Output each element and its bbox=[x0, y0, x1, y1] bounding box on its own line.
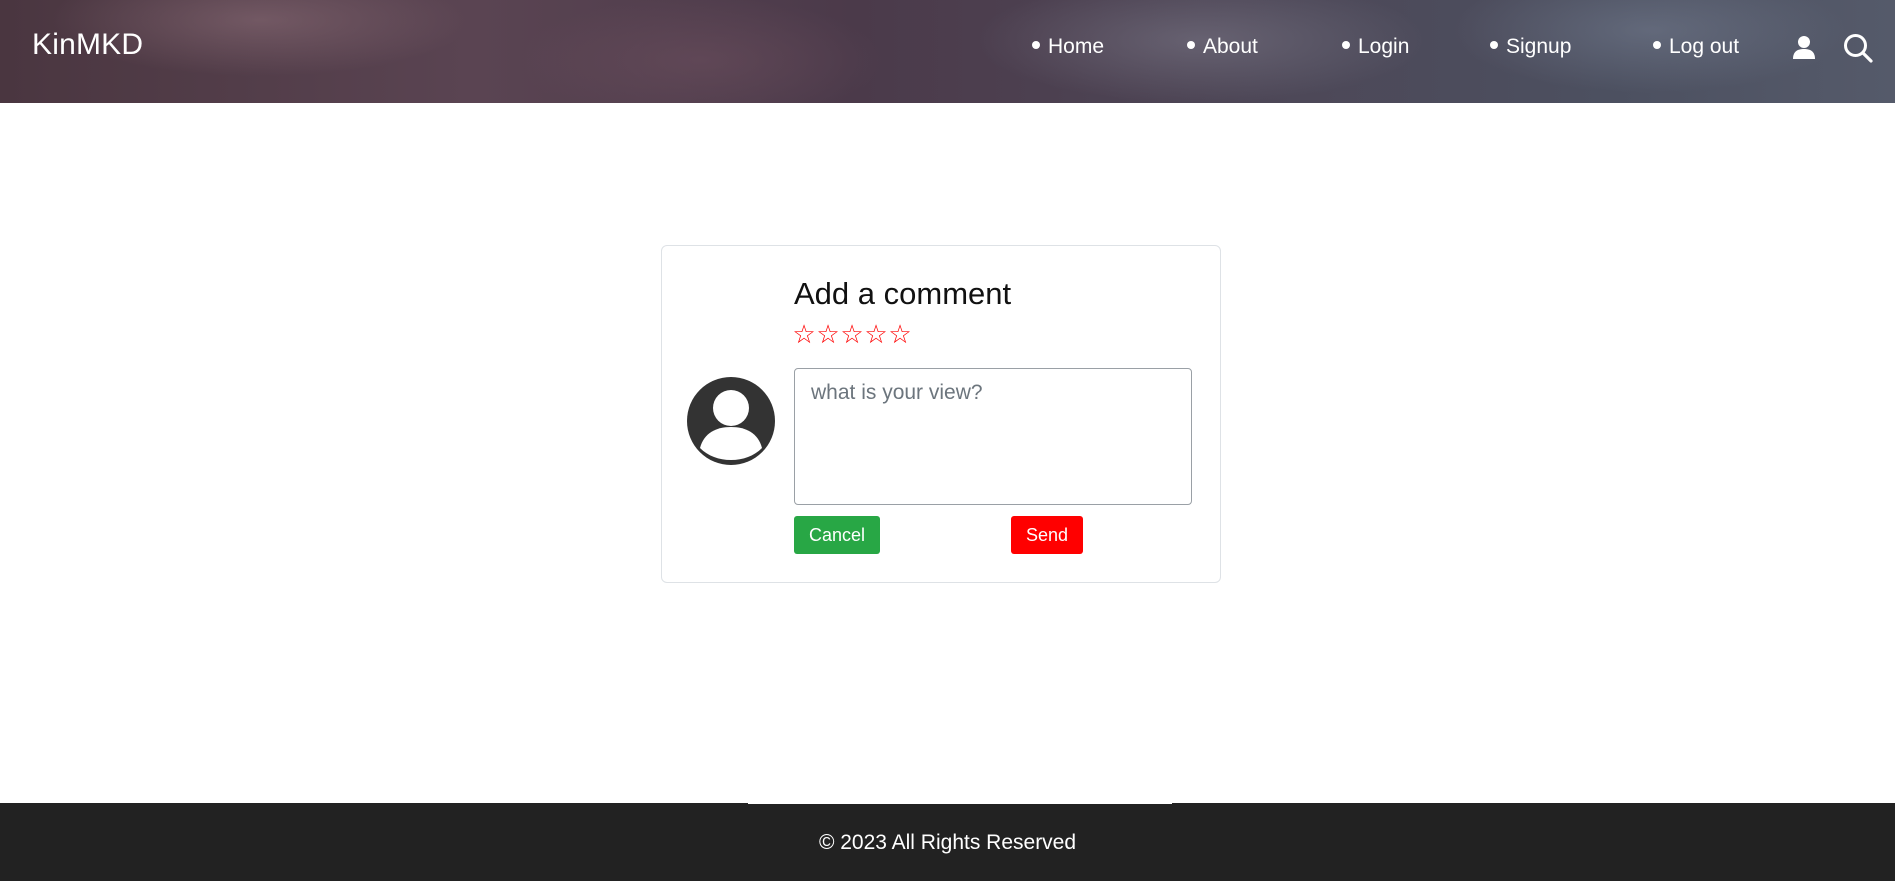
star-rating: ☆☆☆☆☆ bbox=[792, 321, 912, 349]
cancel-button[interactable]: Cancel bbox=[794, 516, 880, 554]
user-icon[interactable] bbox=[1790, 33, 1818, 61]
nav-home-label: Home bbox=[1048, 35, 1105, 58]
search-icon[interactable] bbox=[1843, 33, 1873, 63]
nav-home[interactable]: Home bbox=[1032, 32, 1104, 62]
star-4-icon[interactable]: ☆ bbox=[864, 321, 888, 349]
bullet-icon bbox=[1490, 41, 1498, 50]
star-3-icon[interactable]: ☆ bbox=[840, 321, 864, 349]
nav-login-label: Login bbox=[1358, 35, 1410, 58]
star-2-icon[interactable]: ☆ bbox=[816, 321, 840, 349]
nav-signup[interactable]: Signup bbox=[1490, 32, 1571, 62]
comment-card: Add a comment ☆☆☆☆☆ Cancel Send bbox=[661, 245, 1221, 583]
nav-logout-label: Log out bbox=[1669, 35, 1740, 58]
footer-divider bbox=[748, 803, 1172, 804]
comment-title: Add a comment bbox=[794, 276, 1012, 311]
bullet-icon bbox=[1653, 41, 1661, 50]
nav-signup-label: Signup bbox=[1506, 35, 1572, 58]
star-1-icon[interactable]: ☆ bbox=[792, 321, 816, 349]
comment-input[interactable] bbox=[794, 368, 1192, 505]
site-footer: © 2023 All Rights Reserved bbox=[0, 803, 1895, 881]
bullet-icon bbox=[1032, 41, 1040, 50]
avatar-icon bbox=[687, 377, 775, 465]
nav-about[interactable]: About bbox=[1187, 32, 1258, 62]
send-button[interactable]: Send bbox=[1011, 516, 1083, 554]
nav-login[interactable]: Login bbox=[1342, 32, 1409, 62]
nav-about-label: About bbox=[1203, 35, 1258, 58]
star-5-icon[interactable]: ☆ bbox=[888, 321, 912, 349]
brand-logo[interactable]: KinMKD bbox=[32, 28, 143, 62]
bullet-icon bbox=[1187, 41, 1195, 50]
nav-logout[interactable]: Log out bbox=[1653, 32, 1739, 62]
bullet-icon bbox=[1342, 41, 1350, 50]
copyright-text: © 2023 All Rights Reserved bbox=[818, 831, 1077, 854]
site-header: KinMKD Home About Login Signup Log out bbox=[0, 0, 1895, 103]
